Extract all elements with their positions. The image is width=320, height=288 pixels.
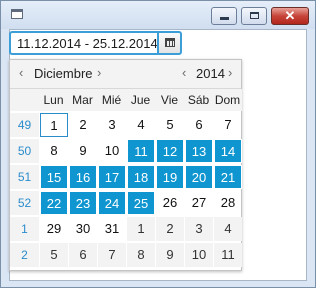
calendar-popup: ‹ Diciembre › ‹ 2014 › Lun Mar Mié Jue Vie Sá… [9,59,242,271]
calendar-day[interactable]: 2 [69,113,97,137]
calendar-day[interactable]: 29 [40,217,68,241]
calendar-day[interactable]: 4 [127,113,155,137]
calendar-day[interactable]: 5 [40,243,68,267]
weekday-header: Mié [97,89,126,111]
calendar-day[interactable]: 6 [185,113,213,137]
calendar-day[interactable]: 22 [40,191,68,215]
calendar-day[interactable]: 14 [214,139,242,163]
weekday-header: Dom [213,89,242,111]
week-number: 49 [10,113,39,137]
calendar-day[interactable]: 28 [214,191,242,215]
calendar-day[interactable]: 8 [127,243,155,267]
calendar-day[interactable]: 23 [69,191,97,215]
maximize-button[interactable] [241,7,267,25]
calendar-day[interactable]: 6 [69,243,97,267]
calendar-day[interactable]: 11 [127,139,155,163]
calendar-header: ‹ Diciembre › ‹ 2014 › [10,60,241,89]
calendar-day[interactable]: 5 [156,113,184,137]
week-number: 2 [10,243,39,267]
weekday-header: Sáb [184,89,213,111]
calendar-icon [165,38,175,47]
next-year-button[interactable]: › [228,66,232,80]
calendar-day[interactable]: 7 [98,243,126,267]
calendar-day[interactable]: 9 [69,139,97,163]
calendar-day[interactable]: 2 [156,217,184,241]
calendar-day[interactable]: 1 [40,113,68,137]
close-button[interactable]: ✕ [271,7,309,25]
calendar-day[interactable]: 21 [214,165,242,189]
calendar-day[interactable]: 15 [40,165,68,189]
calendar-day[interactable]: 4 [214,217,242,241]
month-label: Diciembre [34,66,93,81]
prev-month-button[interactable]: ‹ [19,66,23,80]
weekday-header: Mar [68,89,97,111]
calendar-day[interactable]: 10 [185,243,213,267]
calendar-day[interactable]: 16 [69,165,97,189]
calendar-day[interactable]: 3 [98,113,126,137]
week-number: 1 [10,217,39,241]
calendar-day[interactable]: 13 [185,139,213,163]
weekday-header: Lun [39,89,68,111]
title-bar[interactable]: ✕ [1,1,315,29]
calendar-day[interactable]: 30 [69,217,97,241]
calendar-day[interactable]: 24 [98,191,126,215]
year-label: 2014 [196,66,225,81]
calendar-day[interactable]: 27 [185,191,213,215]
calendar-toggle-button[interactable] [157,31,182,55]
calendar-day[interactable]: 11 [214,243,242,267]
prev-year-button[interactable]: ‹ [182,66,186,80]
week-number: 52 [10,191,39,215]
minimize-button[interactable] [211,7,237,25]
close-icon: ✕ [284,8,296,23]
next-month-button[interactable]: › [97,66,101,80]
weekday-header: Jue [126,89,155,111]
calendar-day[interactable]: 12 [156,139,184,163]
calendar-day[interactable]: 1 [127,217,155,241]
calendar-day[interactable]: 7 [214,113,242,137]
calendar-day[interactable]: 26 [156,191,184,215]
maximize-icon [250,12,259,19]
minimize-icon [220,17,229,20]
calendar-day[interactable]: 3 [185,217,213,241]
weeknum-header [10,89,39,111]
week-number: 50 [10,139,39,163]
calendar-day[interactable]: 18 [127,165,155,189]
window-icon [11,9,23,19]
weekday-header: Vie [155,89,184,111]
date-range-input[interactable]: 11.12.2014 - 25.12.2014 [9,31,158,55]
calendar-day[interactable]: 17 [98,165,126,189]
calendar-day[interactable]: 20 [185,165,213,189]
calendar-day[interactable]: 31 [98,217,126,241]
date-range-value: 11.12.2014 - 25.12.2014 [17,36,158,51]
calendar-day[interactable]: 8 [40,139,68,163]
calendar-day[interactable]: 9 [156,243,184,267]
calendar-day[interactable]: 19 [156,165,184,189]
calendar-day[interactable]: 10 [98,139,126,163]
calendar-day[interactable]: 25 [127,191,155,215]
week-number: 51 [10,165,39,189]
